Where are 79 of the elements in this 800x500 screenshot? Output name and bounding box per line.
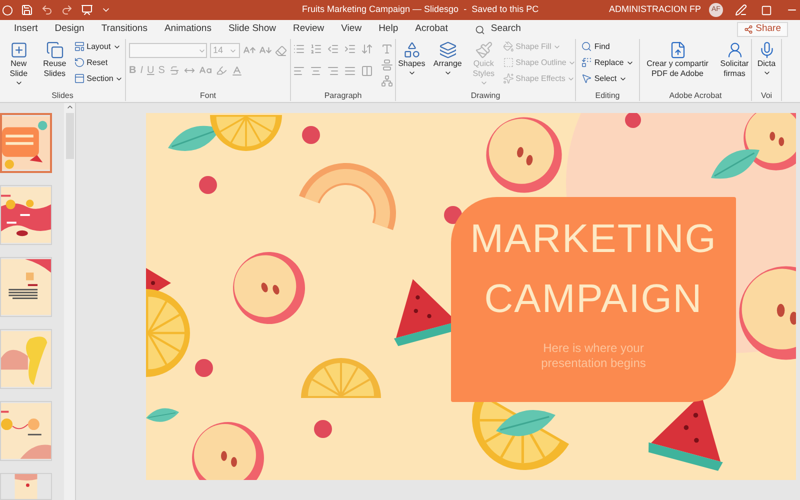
scrollbar-thumb[interactable] [66, 113, 74, 159]
ribbon-tab[interactable]: Help [378, 22, 398, 38]
ribbon-button[interactable]: New Slide [2, 39, 36, 87]
person-icon [726, 41, 744, 59]
layout-icon [74, 41, 85, 52]
ribbon-tab[interactable]: View [341, 22, 362, 38]
ribbon-tab[interactable]: Animations [164, 22, 212, 38]
scrollbar[interactable] [64, 103, 75, 500]
caret-icon [408, 69, 416, 77]
ribbon-button[interactable]: Dicta [752, 39, 781, 77]
ribbon-button[interactable]: Select [581, 73, 634, 84]
slide-subtitle: Here is where your presentation begins [540, 341, 647, 371]
search-icon [581, 41, 592, 52]
ribbon-tab[interactable]: Acrobat [415, 22, 448, 38]
pen-icon[interactable] [735, 4, 747, 16]
share-button[interactable]: Share [736, 22, 788, 37]
slides-copy-icon [46, 41, 64, 59]
group-label: Editing [595, 91, 620, 101]
layers-icon [438, 41, 457, 59]
slide-title: MARKETING CAMPAIGN [469, 216, 718, 323]
group-label: Voi [760, 91, 772, 101]
ribbon-button[interactable]: Crear y compartir PDF de Adobe [640, 39, 716, 79]
group-label: Paragraph [324, 91, 362, 101]
paint-bucket-icon [502, 41, 514, 52]
ribbon-tab[interactable]: Insert [14, 22, 38, 38]
replace-icon [581, 57, 592, 68]
user-name: ADMINISTRACION FP [608, 3, 701, 16]
ribbon-button[interactable]: Find [581, 41, 634, 52]
presentation-icon[interactable] [81, 4, 93, 16]
save-icon[interactable] [21, 4, 33, 16]
caret-icon [14, 79, 23, 87]
slide-thumbnail[interactable] [0, 257, 52, 317]
sparkles-icon [502, 73, 514, 84]
slide-thumbnail[interactable] [0, 473, 52, 500]
ribbon-button[interactable]: Solicitar firmas [718, 39, 751, 79]
file-upload-icon [668, 41, 686, 59]
slide-thumbnail[interactable] [0, 329, 52, 389]
slide-thumbnail[interactable] [0, 401, 52, 461]
ribbon-tab[interactable]: Review [292, 22, 324, 38]
scroll-up-icon[interactable] [66, 103, 74, 111]
caret-icon [762, 69, 770, 77]
ribbon-button[interactable]: Arrange [430, 39, 465, 87]
group-label: Font [200, 91, 216, 101]
search-field[interactable]: Search [490, 22, 571, 37]
group-label: Slides [52, 91, 74, 101]
spacing-icon[interactable] [184, 65, 195, 76]
section-icon [74, 73, 85, 84]
dashed-square-icon [502, 57, 514, 68]
brush-icon [474, 41, 493, 59]
slide-plus-icon [10, 41, 28, 59]
share-icon [744, 25, 753, 34]
ribbon-tab[interactable]: Transitions [101, 22, 148, 38]
highlighter-icon[interactable] [216, 65, 227, 76]
caret-icon [444, 69, 452, 77]
pointer-icon [581, 73, 592, 84]
group-label: Adobe Acrobat [669, 91, 722, 101]
strikethrough-icon[interactable] [168, 65, 180, 76]
ribbon-button[interactable]: Reuse Slides [38, 39, 72, 87]
window-title: Fruits Marketing Campaign — Slidesgo - Saved to this PC [302, 3, 539, 16]
window-mode-icon[interactable] [761, 4, 772, 16]
redo-icon[interactable] [61, 4, 73, 16]
search-icon [474, 24, 485, 34]
caret-icon [480, 79, 488, 87]
ribbon-button[interactable]: Replace [581, 57, 634, 68]
slide-thumbnail[interactable] [0, 113, 52, 173]
ribbon-button[interactable]: Reset [74, 57, 124, 68]
ribbon-button[interactable]: Section [74, 73, 124, 84]
ribbon-button[interactable]: Shapes [396, 39, 429, 87]
reset-icon [74, 57, 85, 68]
group-label: Drawing [470, 91, 500, 101]
clear-formatting-icon[interactable] [275, 44, 287, 56]
font-name-field[interactable] [129, 43, 207, 58]
font-color-icon[interactable] [230, 64, 243, 76]
ribbon-tab[interactable]: Design [54, 22, 84, 38]
ribbon-button[interactable]: Layout [74, 41, 124, 52]
undo-icon[interactable] [41, 4, 53, 16]
shapes-icon [402, 41, 421, 59]
ribbon-tab[interactable]: Slide Show [228, 22, 276, 38]
slide-thumbnail[interactable] [0, 185, 52, 245]
